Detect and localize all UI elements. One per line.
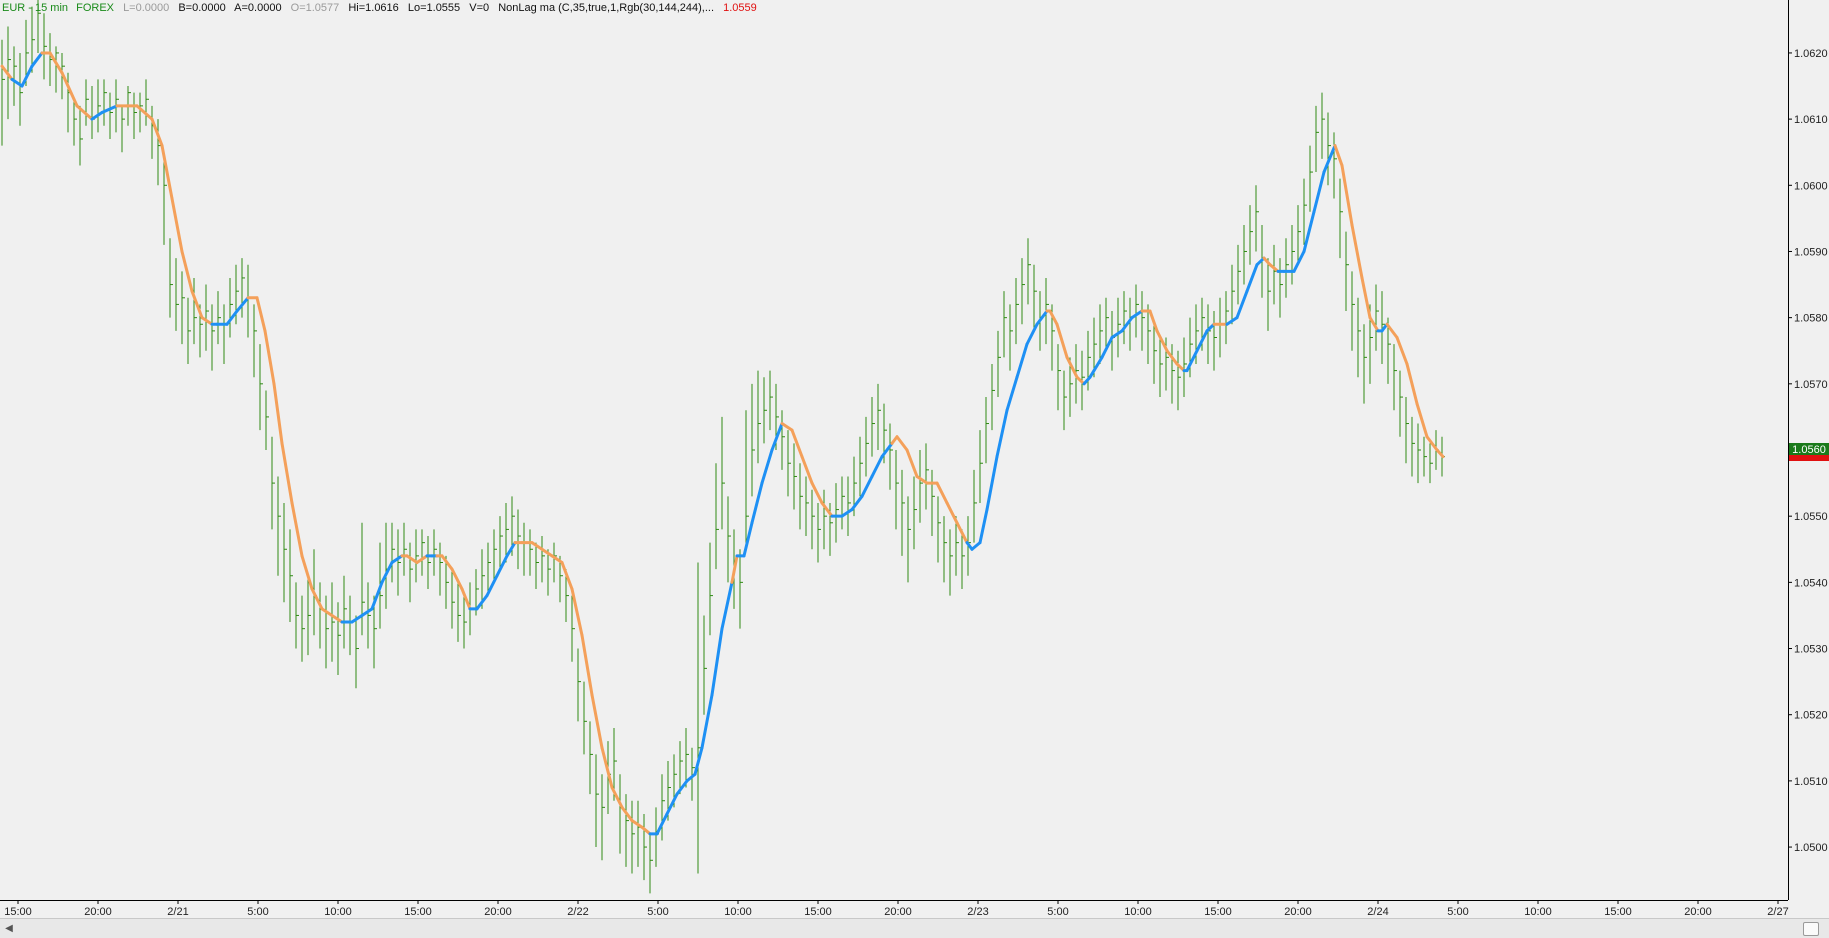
current-price-label: 1.0560: [1792, 444, 1826, 456]
header-last: L=0.0000: [123, 2, 169, 14]
x-tick-label: 15:00: [1604, 906, 1632, 918]
x-tick-label: 5:00: [1447, 906, 1468, 918]
plot-area: [0, 0, 1788, 900]
x-tick-label: 2/22: [567, 906, 588, 918]
y-tick-label: 1.0540: [1794, 577, 1828, 589]
y-tick-label: 1.0590: [1794, 246, 1828, 258]
price-chart[interactable]: 1.0620 1.0610 1.0600 1.0590 1.0580 1.0570 1.05…: [0, 0, 1829, 918]
x-tick-label: 5:00: [247, 906, 268, 918]
y-tick-label: 1.0550: [1794, 511, 1828, 523]
y-tick-label: 1.0510: [1794, 776, 1828, 788]
x-tick-label: 2/23: [967, 906, 988, 918]
header-indicator: NonLag ma (C,35,true,1,Rgb(30,144,244),.…: [498, 2, 714, 14]
y-tick-label: 1.0600: [1794, 180, 1828, 192]
x-tick-label: 15:00: [4, 906, 32, 918]
x-tick-label: 20:00: [84, 906, 112, 918]
current-price-tag: 1.0560: [1789, 443, 1829, 461]
y-tick-label: 1.0570: [1794, 379, 1828, 391]
y-tick-label: 1.0580: [1794, 313, 1828, 325]
header-exchange: FOREX: [76, 2, 115, 14]
header-low: Lo=1.0555: [408, 2, 460, 14]
x-tick-label: 20:00: [1684, 906, 1712, 918]
x-tick-label: 2/21: [167, 906, 188, 918]
chart-header: EUR - 15 min FOREX L=0.0000 B=0.0000 A=0…: [2, 2, 757, 14]
time-axis: 15:00 20:00 2/21 5:00 10:00 15:00 20:00 2/22 5:0…: [4, 900, 1789, 918]
y-tick-label: 1.0500: [1794, 842, 1828, 854]
header-volume: V=0: [469, 2, 489, 14]
x-tick-label: 15:00: [804, 906, 832, 918]
y-tick-label: 1.0610: [1794, 114, 1828, 126]
y-tick-label: 1.0520: [1794, 710, 1828, 722]
x-tick-label: 2/27: [1767, 906, 1788, 918]
header-open: O=1.0577: [291, 2, 340, 14]
header-ask: A=0.0000: [234, 2, 281, 14]
y-tick-label: 1.0620: [1794, 48, 1828, 60]
x-tick-label: 2/24: [1367, 906, 1388, 918]
x-tick-label: 10:00: [724, 906, 752, 918]
chart-window: 1.0620 1.0610 1.0600 1.0590 1.0580 1.0570 1.05…: [0, 0, 1829, 938]
header-high: Hi=1.0616: [348, 2, 398, 14]
x-tick-label: 15:00: [1204, 906, 1232, 918]
x-tick-label: 10:00: [1124, 906, 1152, 918]
scroll-thumb[interactable]: [1803, 922, 1819, 936]
header-bid: B=0.0000: [178, 2, 225, 14]
x-tick-label: 20:00: [484, 906, 512, 918]
horizontal-scrollbar[interactable]: ◀: [0, 918, 1829, 938]
x-tick-label: 15:00: [404, 906, 432, 918]
header-symbol: EUR - 15 min: [2, 2, 68, 14]
x-tick-label: 10:00: [324, 906, 352, 918]
y-tick-label: 1.0530: [1794, 644, 1828, 656]
x-tick-label: 10:00: [1524, 906, 1552, 918]
x-tick-label: 20:00: [884, 906, 912, 918]
x-tick-label: 20:00: [1284, 906, 1312, 918]
scroll-left-arrow-icon[interactable]: ◀: [2, 922, 16, 935]
x-tick-label: 5:00: [1047, 906, 1068, 918]
header-indicator-value: 1.0559: [723, 2, 757, 14]
x-tick-label: 5:00: [647, 906, 668, 918]
